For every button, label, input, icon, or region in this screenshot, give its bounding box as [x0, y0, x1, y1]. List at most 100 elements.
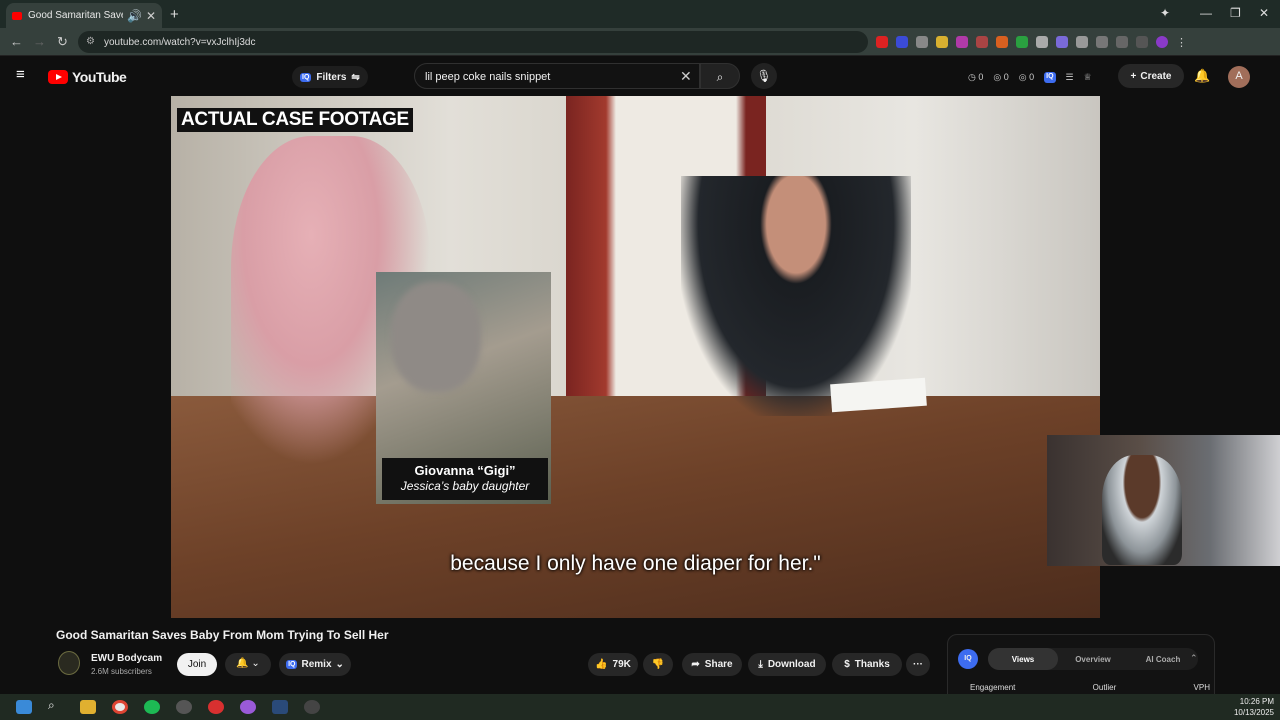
- extension-icon[interactable]: [1056, 36, 1068, 48]
- tab-overview[interactable]: Overview: [1058, 648, 1128, 670]
- steam-icon[interactable]: [272, 700, 288, 714]
- create-label: Create: [1140, 70, 1172, 82]
- extension-icon[interactable]: [896, 36, 908, 48]
- video-frame-person-right: [681, 176, 911, 416]
- create-button[interactable]: + Create: [1118, 64, 1184, 88]
- address-bar-row: ← → ↻ ⚙ youtube.com/watch?v=vxJclhIj3dc …: [0, 28, 1280, 56]
- iq-columns: Engagement Outlier VPH: [970, 683, 1210, 692]
- more-actions-button[interactable]: ···: [906, 653, 930, 676]
- maximize-button[interactable]: ❐: [1230, 6, 1241, 20]
- inset-name: Giovanna “Gigi”: [414, 463, 516, 478]
- forward-arrow-icon[interactable]: →: [33, 34, 46, 49]
- extension-icon[interactable]: [1076, 36, 1088, 48]
- puzzle-extensions-icon[interactable]: [1096, 36, 1108, 48]
- tab-views[interactable]: Views: [988, 648, 1058, 670]
- share-button[interactable]: ➦ Share: [682, 653, 742, 676]
- share-label: Share: [704, 659, 733, 670]
- like-count: 79K: [612, 659, 631, 670]
- site-info-icon[interactable]: ⚙: [86, 36, 95, 47]
- profile-icon[interactable]: [1156, 36, 1168, 48]
- search-icon: ⌕: [716, 70, 724, 84]
- close-tab-icon[interactable]: ✕: [146, 9, 156, 23]
- search-icon[interactable]: ⌕: [48, 698, 64, 712]
- stat-ring: ◎ 0: [1018, 72, 1035, 82]
- extension-icon[interactable]: [1016, 36, 1028, 48]
- browser-tab[interactable]: Good Samaritan Saves Baby 🔊 ✕: [6, 3, 162, 28]
- extension-icon[interactable]: [996, 36, 1008, 48]
- ai-sparkle-icon[interactable]: ✦: [1160, 6, 1170, 20]
- pokeball-icon[interactable]: [208, 700, 224, 714]
- url-text: youtube.com/watch?v=vxJclhIj3dc: [104, 37, 256, 48]
- close-window-button[interactable]: ✕: [1259, 6, 1269, 20]
- stat-eye: ◎ 0: [993, 72, 1009, 82]
- like-button[interactable]: 👍 79K: [588, 653, 638, 676]
- mic-icon: 🎙: [756, 69, 772, 83]
- extension-icon[interactable]: [1036, 36, 1048, 48]
- avatar[interactable]: A: [1228, 66, 1250, 88]
- thumbs-up-icon: 👍: [595, 659, 608, 670]
- col-vph: VPH: [1193, 683, 1210, 692]
- remix-button[interactable]: IQ Remix ⌄: [279, 653, 351, 676]
- extension-icon[interactable]: [976, 36, 988, 48]
- webcam-person: [1102, 455, 1182, 565]
- search-input[interactable]: lil peep coke nails snippet: [414, 63, 700, 89]
- kebab-menu-icon[interactable]: ⋮: [1176, 36, 1188, 49]
- thanks-button[interactable]: $ Thanks: [832, 653, 902, 676]
- dislike-button[interactable]: 👎: [643, 653, 673, 676]
- iq-tabs: Views Overview AI Coach: [988, 648, 1198, 670]
- channel-avatar[interactable]: [58, 651, 80, 675]
- clock-time: 10:26 PM: [1239, 697, 1274, 706]
- extension-icon[interactable]: [916, 36, 928, 48]
- tab-search-icon[interactable]: [1136, 36, 1148, 48]
- tab-title: Good Samaritan Saves Baby: [28, 10, 123, 21]
- messenger-icon[interactable]: [240, 700, 256, 714]
- youtube-favicon-icon: [12, 11, 22, 20]
- tab-ai-coach[interactable]: AI Coach: [1128, 648, 1198, 670]
- reload-icon[interactable]: ↻: [57, 34, 68, 50]
- video-overlay-title: ACTUAL CASE FOOTAGE: [177, 108, 413, 132]
- minimize-button[interactable]: —: [1200, 6, 1212, 20]
- hamburger-menu-icon[interactable]: ≡: [16, 67, 32, 82]
- extension-icon[interactable]: [936, 36, 948, 48]
- search-button[interactable]: ⌕: [700, 63, 740, 89]
- trophy-icon[interactable]: ♕: [1084, 72, 1092, 83]
- voice-search-button[interactable]: 🎙: [751, 63, 777, 89]
- app-icon[interactable]: [176, 700, 192, 714]
- collapse-chevron-icon[interactable]: ⌃: [1190, 653, 1198, 664]
- speaker-icon[interactable]: 🔊: [127, 9, 142, 23]
- extension-icon[interactable]: [876, 36, 888, 48]
- file-explorer-icon[interactable]: [80, 700, 96, 714]
- notifications-bell-icon[interactable]: 🔔: [1194, 68, 1210, 84]
- youtube-play-icon: [48, 70, 68, 84]
- video-player[interactable]: ACTUAL CASE FOOTAGE Giovanna “Gigi” Jess…: [171, 96, 1100, 618]
- filters-label: Filters: [316, 71, 347, 83]
- inset-subtitle: Jessica’s baby daughter: [400, 479, 530, 493]
- chevron-down-icon: ⌄: [251, 658, 260, 669]
- obs-icon[interactable]: [304, 700, 320, 714]
- spotify-icon[interactable]: [144, 700, 160, 714]
- list-icon[interactable]: ☰: [1066, 72, 1074, 83]
- extension-icon[interactable]: [956, 36, 968, 48]
- thanks-icon: $: [844, 659, 850, 670]
- subscription-bell-button[interactable]: 🔔 ⌄: [225, 653, 271, 676]
- inset-caption: Giovanna “Gigi” Jessica’s baby daughter: [382, 458, 548, 500]
- new-tab-button[interactable]: +: [170, 6, 179, 23]
- system-clock[interactable]: 10:26 PM 10/13/2025: [1234, 696, 1274, 718]
- windows-start-icon[interactable]: [16, 700, 32, 714]
- iq-icon[interactable]: IQ: [1044, 72, 1056, 83]
- back-arrow-icon[interactable]: ←: [10, 34, 23, 49]
- channel-name[interactable]: EWU Bodycam: [91, 653, 162, 664]
- plus-icon: +: [1130, 70, 1137, 82]
- video-title: Good Samaritan Saves Baby From Mom Tryin…: [56, 628, 389, 642]
- clear-search-icon[interactable]: ✕: [680, 68, 692, 85]
- filters-button[interactable]: IQ Filters ⇋: [292, 66, 368, 88]
- url-field[interactable]: ⚙ youtube.com/watch?v=vxJclhIj3dc: [78, 31, 868, 53]
- join-button[interactable]: Join: [177, 653, 217, 676]
- download-button[interactable]: ⤓ Download: [748, 653, 826, 676]
- chrome-icon[interactable]: [112, 700, 128, 714]
- youtube-logo[interactable]: YouTube: [48, 69, 127, 85]
- download-icon: ⤓: [758, 659, 763, 670]
- side-panel-icon[interactable]: [1116, 36, 1128, 48]
- bell-icon: 🔔: [236, 658, 249, 669]
- col-engagement: Engagement: [970, 683, 1016, 692]
